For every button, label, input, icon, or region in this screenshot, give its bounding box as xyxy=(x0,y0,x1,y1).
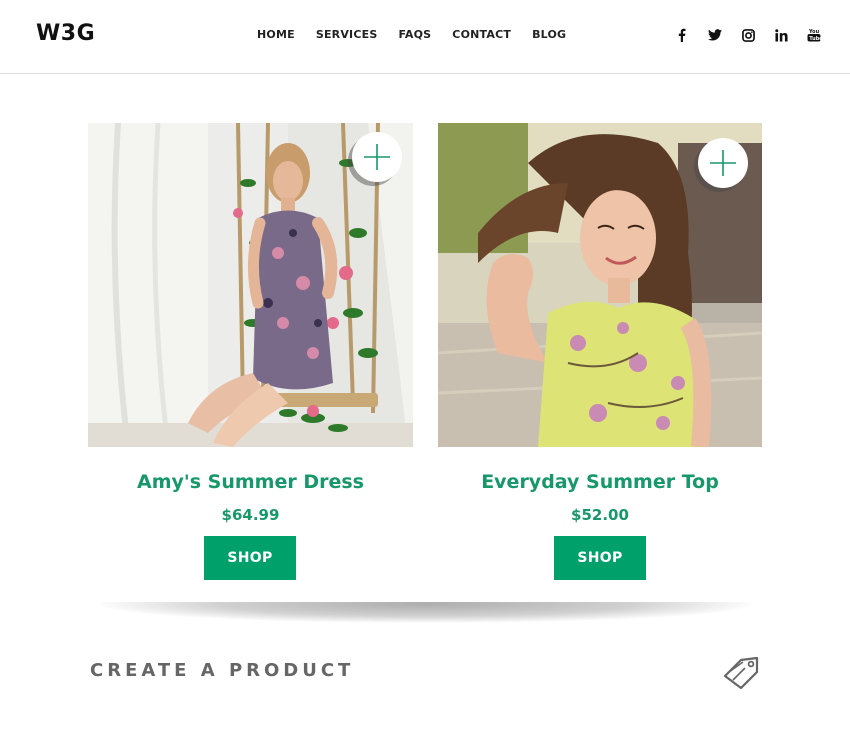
create-product-heading[interactable]: CREATE A PRODUCT xyxy=(90,660,354,681)
add-to-cart-button[interactable] xyxy=(698,138,748,188)
nav-faqs[interactable]: FAQS xyxy=(398,28,431,41)
product-title[interactable]: Everyday Summer Top xyxy=(438,471,762,493)
shop-button[interactable]: SHOP xyxy=(554,536,646,580)
logo[interactable]: W3G xyxy=(36,21,95,46)
product-title[interactable]: Amy's Summer Dress xyxy=(88,471,413,493)
plus-icon xyxy=(364,144,390,170)
tag-icon[interactable] xyxy=(721,654,763,695)
product-price: $64.99 xyxy=(221,506,280,524)
instagram-icon[interactable] xyxy=(738,26,758,44)
product-price: $52.00 xyxy=(571,506,629,524)
nav-contact[interactable]: CONTACT xyxy=(452,28,511,41)
twitter-icon[interactable] xyxy=(705,26,725,44)
plus-icon xyxy=(710,150,736,176)
shop-button[interactable]: SHOP xyxy=(204,536,296,580)
nav-blog[interactable]: BLOG xyxy=(532,28,566,41)
facebook-icon[interactable] xyxy=(672,26,692,44)
site-header: W3G HOME SERVICES FAQS CONTACT BLOG You T… xyxy=(0,0,850,74)
product-card: Amy's Summer Dress $64.99 SHOP xyxy=(88,123,413,602)
main-nav: HOME SERVICES FAQS CONTACT BLOG xyxy=(257,28,587,41)
product-grid: Amy's Summer Dress $64.99 SHOP Everyday … xyxy=(88,123,762,602)
add-to-cart-button[interactable] xyxy=(352,132,402,182)
svg-text:Tube: Tube xyxy=(809,36,821,42)
youtube-icon[interactable]: YouTube xyxy=(804,26,824,44)
product-photo-summer-top[interactable] xyxy=(438,123,762,447)
product-card: Everyday Summer Top $52.00 SHOP xyxy=(438,123,762,602)
product-photo-swing-dress[interactable] xyxy=(88,123,413,447)
nav-home[interactable]: HOME xyxy=(257,28,295,41)
nav-services[interactable]: SERVICES xyxy=(316,28,378,41)
social-links: YouTube xyxy=(659,26,824,44)
linkedin-icon[interactable] xyxy=(771,26,791,44)
